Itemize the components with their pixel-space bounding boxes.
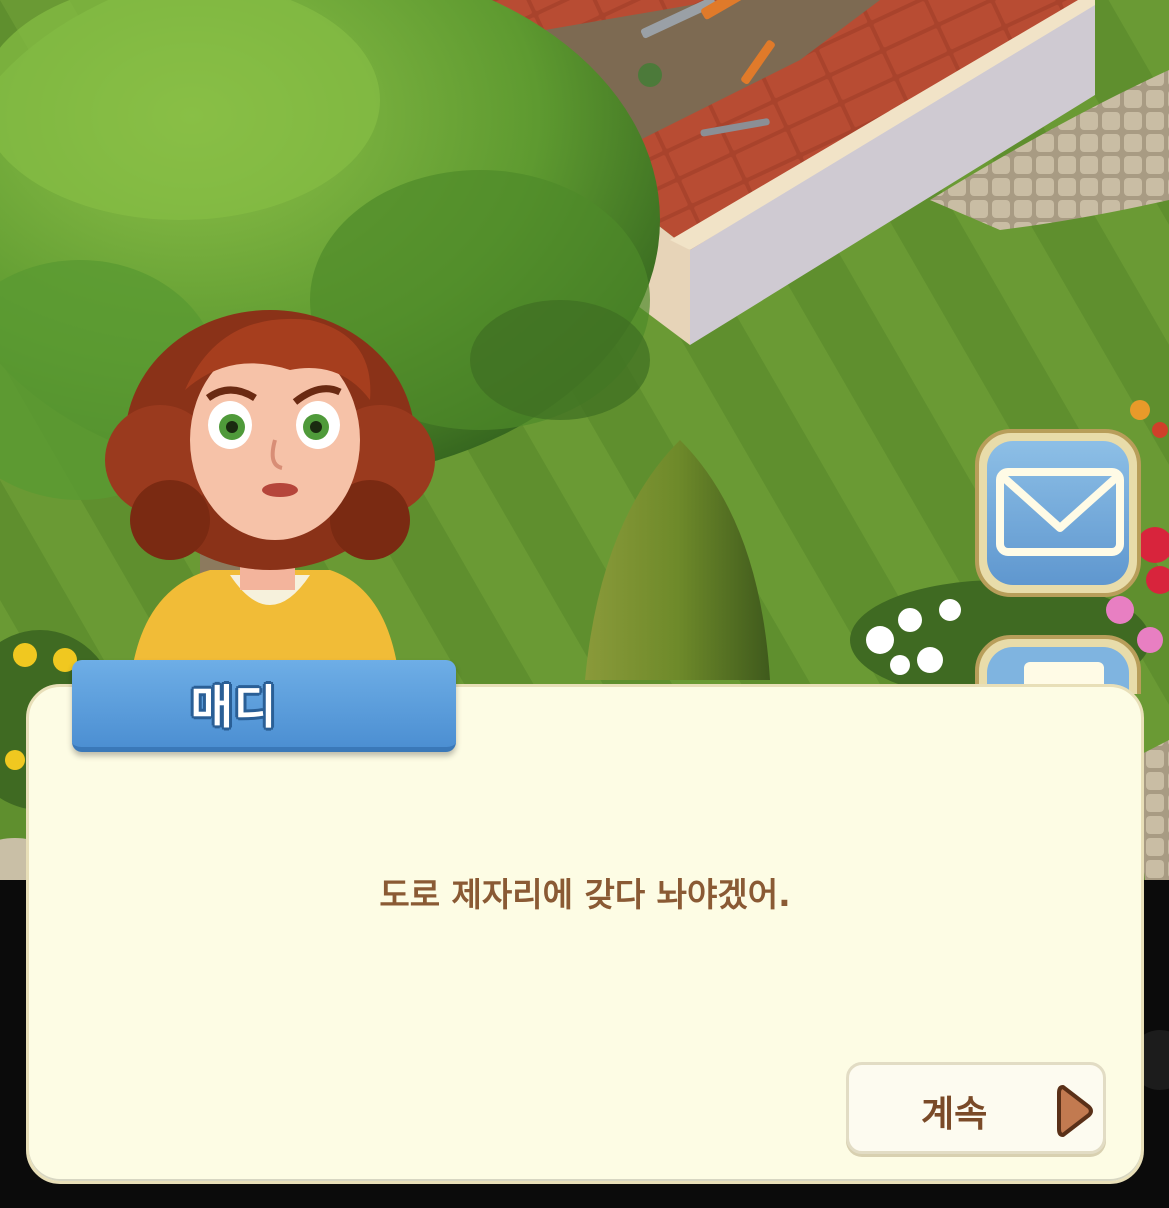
character-portrait [105, 310, 435, 685]
play-arrow-icon [1057, 1085, 1093, 1137]
mail-button[interactable] [974, 428, 1142, 598]
continue-label: 계속 [921, 1094, 988, 1135]
continue-button[interactable]: 계속 [846, 1062, 1106, 1154]
speaker-name: 매디 [190, 679, 278, 734]
speaker-name-plate: 매디 [72, 660, 456, 752]
dialog-text: 도로 제자리에 갖다 놔야겠어. [379, 875, 791, 914]
mail-icon [975, 429, 1141, 597]
